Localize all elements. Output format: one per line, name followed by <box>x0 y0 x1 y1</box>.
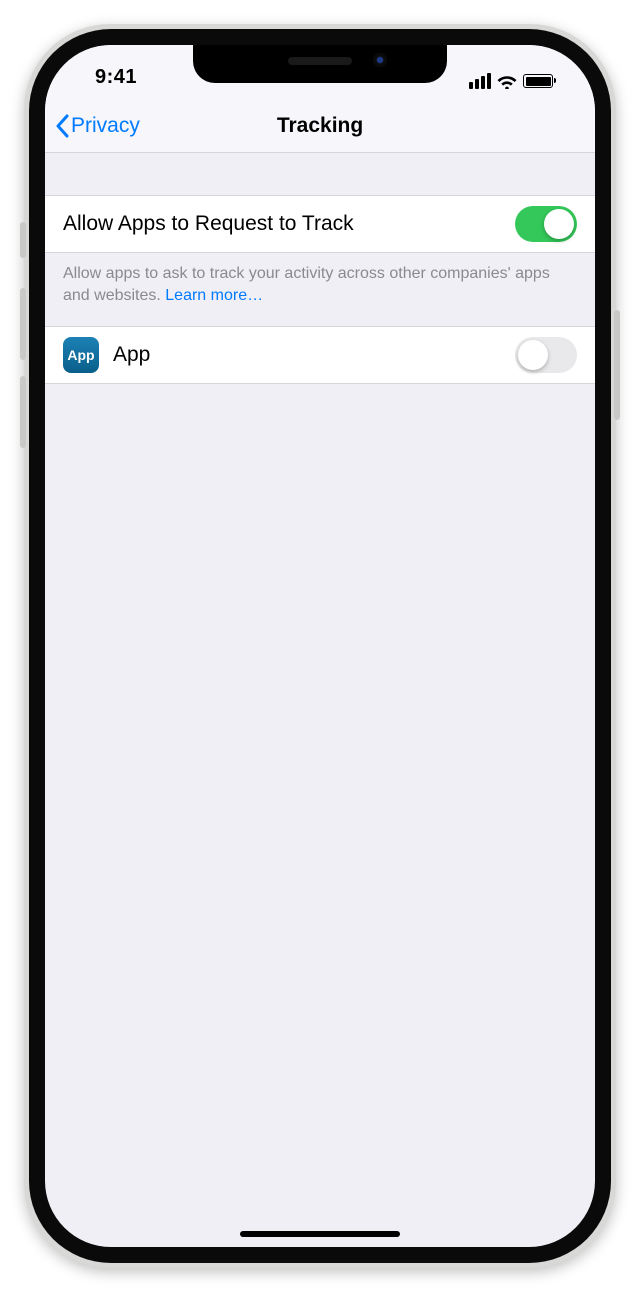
back-label: Privacy <box>71 114 140 138</box>
speaker-grille <box>288 57 352 65</box>
back-button[interactable]: Privacy <box>55 99 140 152</box>
mute-switch <box>20 222 26 258</box>
content-area: Allow Apps to Request to Track Allow app… <box>45 153 595 384</box>
phone-frame: 9:41 Privacy Tracking Allow A <box>24 24 616 1268</box>
chevron-left-icon <box>55 114 69 138</box>
note-text: Allow apps to ask to track your activity… <box>63 265 550 304</box>
app-icon: App <box>63 337 99 373</box>
row-label: Allow Apps to Request to Track <box>63 212 354 236</box>
battery-icon <box>523 74 553 88</box>
power-button <box>614 310 620 420</box>
wifi-icon <box>497 73 517 89</box>
row-allow-request-to-track: Allow Apps to Request to Track <box>45 195 595 253</box>
volume-up-button <box>20 288 26 360</box>
home-indicator[interactable] <box>240 1231 400 1237</box>
section-footer-note: Allow apps to ask to track your activity… <box>45 253 595 326</box>
learn-more-link[interactable]: Learn more… <box>165 287 263 304</box>
status-time: 9:41 <box>95 66 137 89</box>
phone-bezel: 9:41 Privacy Tracking Allow A <box>29 29 611 1263</box>
app-name-label: App <box>113 343 150 367</box>
status-icons <box>469 73 553 89</box>
front-camera <box>373 53 387 67</box>
row-app-tracking: App App <box>45 326 595 384</box>
signal-icon <box>469 73 491 89</box>
screen: 9:41 Privacy Tracking Allow A <box>45 45 595 1247</box>
toggle-allow-request-to-track[interactable] <box>515 206 577 242</box>
nav-bar: Privacy Tracking <box>45 99 595 153</box>
volume-down-button <box>20 376 26 448</box>
notch <box>193 45 447 83</box>
page-title: Tracking <box>277 114 363 138</box>
toggle-app-tracking[interactable] <box>515 337 577 373</box>
